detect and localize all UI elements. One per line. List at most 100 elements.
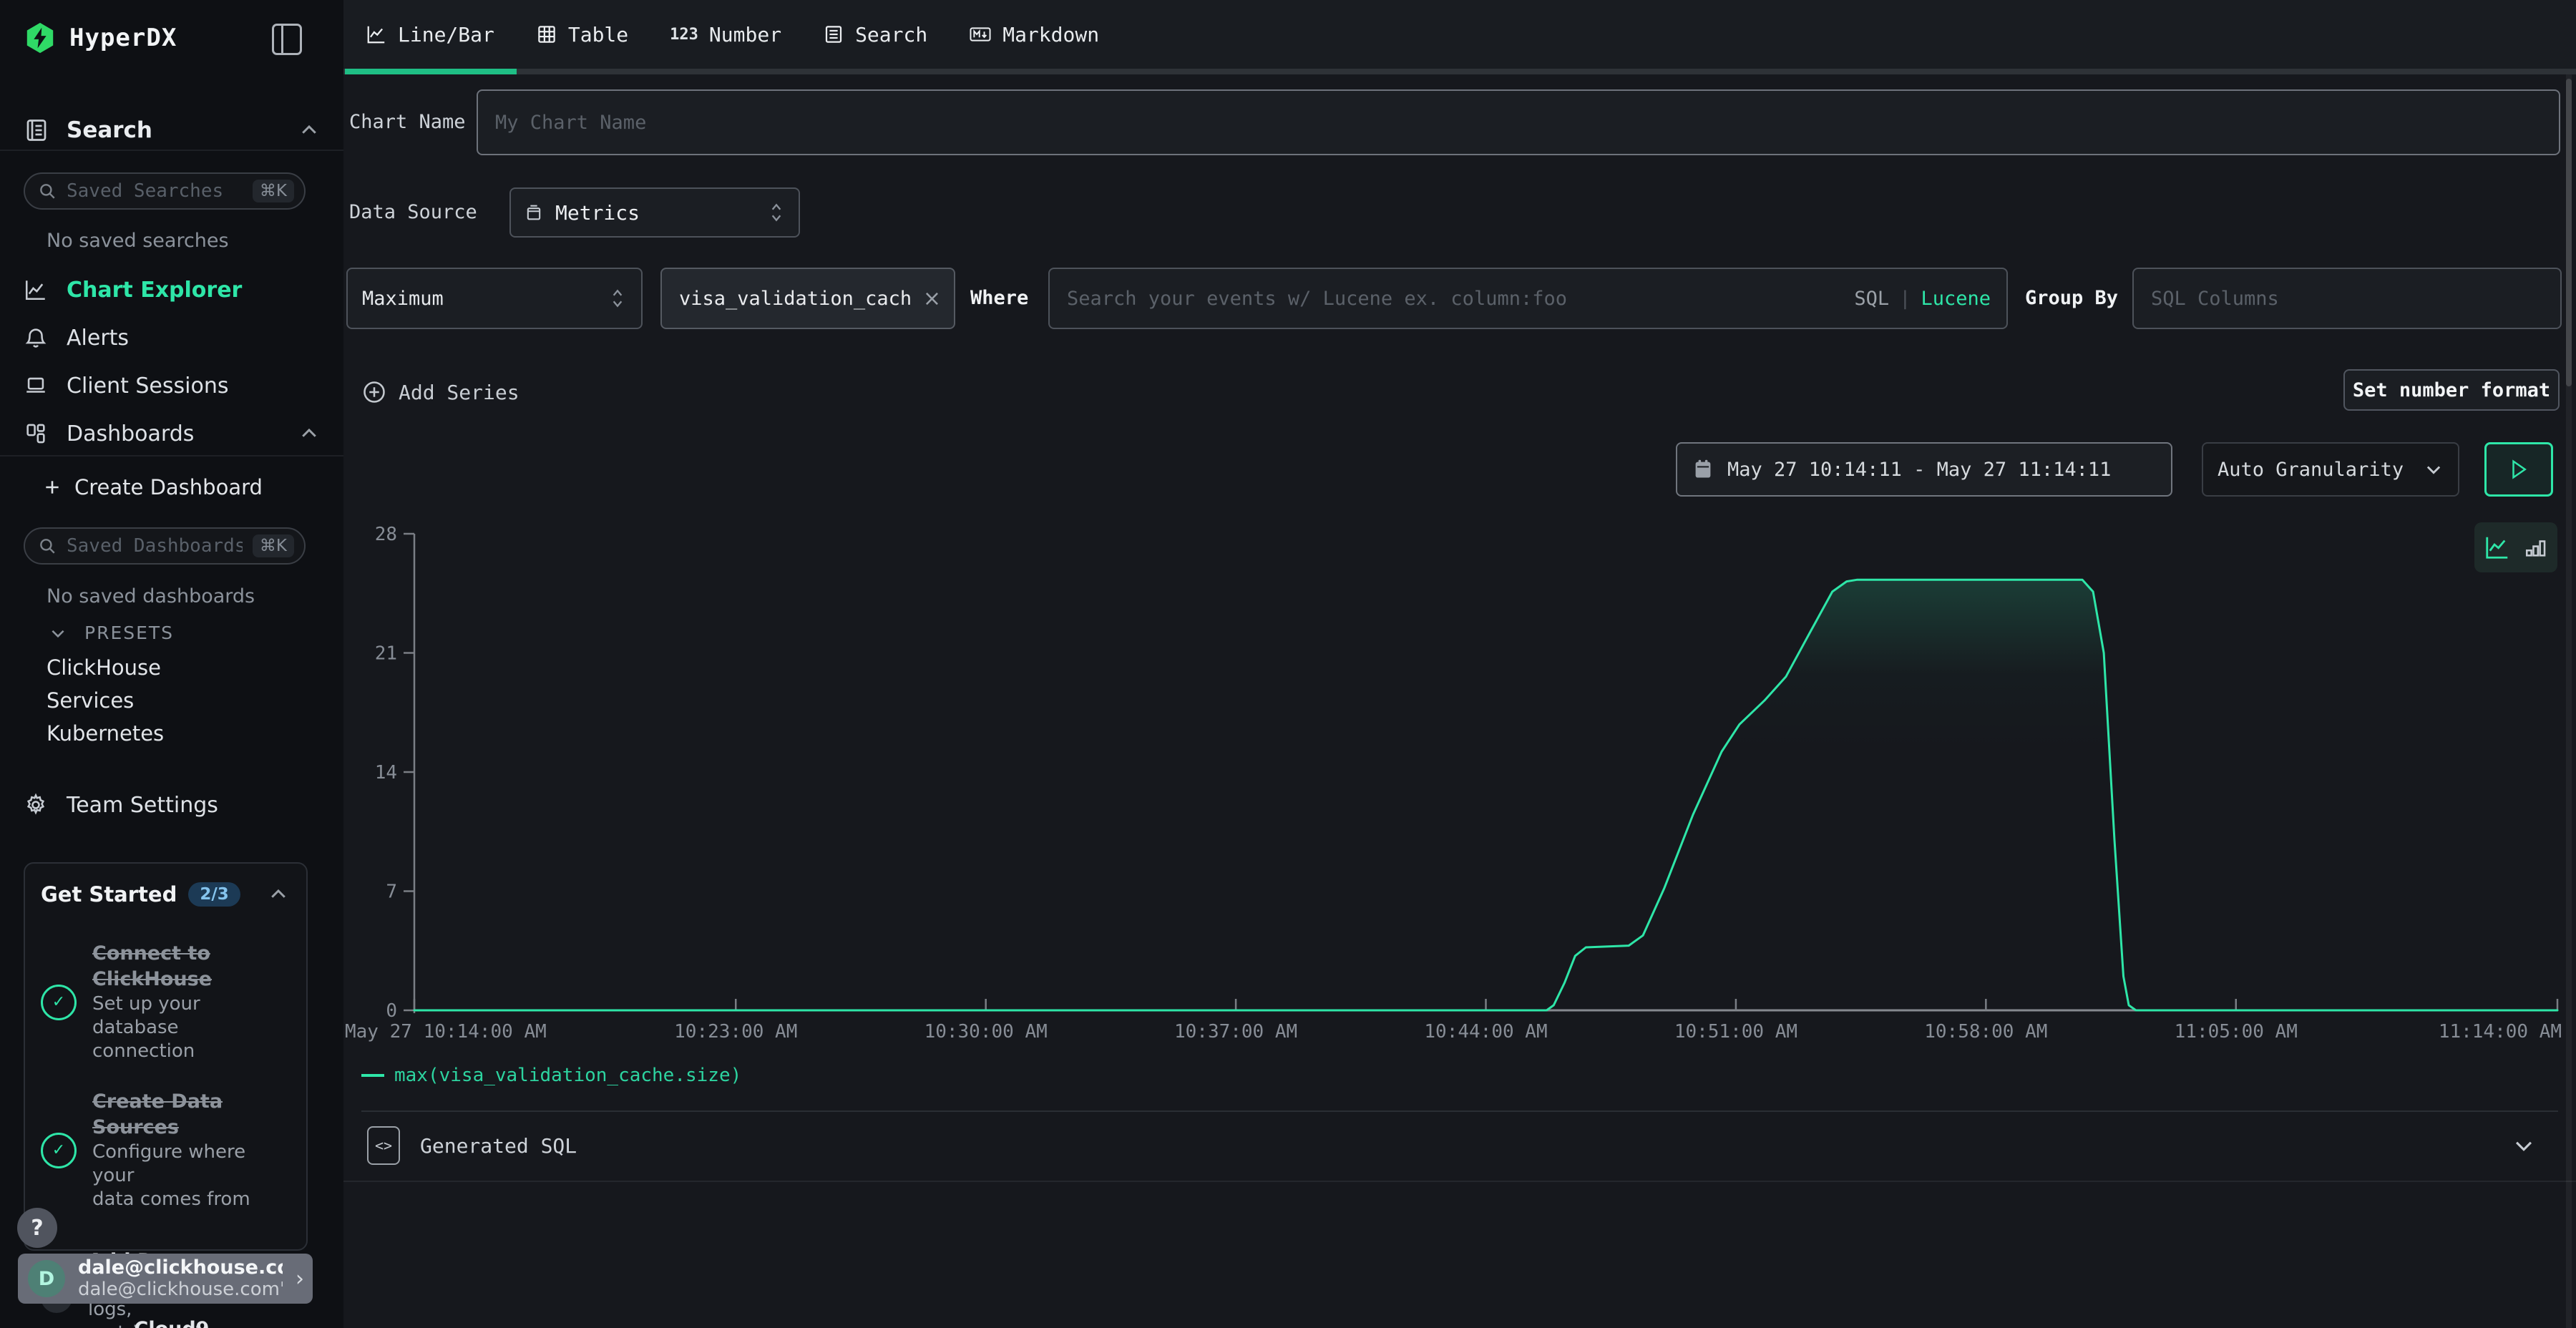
shortcut-badge: ⌘K	[253, 534, 294, 557]
x-tick-label: 11:14:00 AM	[2439, 1021, 2562, 1043]
sidebar-item-client-sessions[interactable]: Client Sessions	[0, 372, 343, 399]
sql-mode-button[interactable]: SQL	[1854, 288, 1889, 310]
remove-metric-icon[interactable]: ×	[923, 286, 941, 311]
lucene-mode-button[interactable]: Lucene	[1921, 288, 1991, 310]
line-chart-icon	[366, 24, 387, 45]
list-icon	[823, 24, 844, 45]
create-dashboard-button[interactable]: Create Dashboard	[43, 475, 263, 499]
main-scrollbar[interactable]	[2566, 74, 2572, 1328]
user-account-button[interactable]: D dale@clickhouse.com dale@clickhouse.co…	[18, 1254, 313, 1304]
run-query-button[interactable]	[2484, 442, 2553, 497]
set-number-format-button[interactable]: Set number format	[2343, 369, 2560, 411]
x-tick-label: 10:58:00 AM	[1924, 1021, 2047, 1043]
tab-search[interactable]: Search	[802, 0, 948, 69]
play-icon	[2509, 459, 2528, 480]
chevron-up-icon[interactable]	[298, 423, 320, 444]
updown-chevrons-icon	[608, 288, 627, 309]
sidebar-item-alerts[interactable]: Alerts	[0, 324, 343, 351]
preset-clickhouse[interactable]: ClickHouse	[47, 655, 161, 680]
chevron-up-icon[interactable]	[298, 119, 320, 141]
granularity-select[interactable]: Auto Granularity	[2202, 442, 2459, 497]
chart-name-input[interactable]	[477, 89, 2560, 155]
journal-icon	[24, 117, 49, 143]
date-range-value: May 27 10:14:11 - May 27 11:14:11	[1727, 459, 2111, 481]
main-content: Line/Bar Table 123 Number Search	[343, 0, 2576, 1328]
presets-toggle[interactable]: PRESETS	[49, 622, 174, 643]
scrollbar-thumb[interactable]	[2566, 79, 2572, 386]
step-desc: Configure where your data comes from	[92, 1141, 289, 1211]
saved-searches-input[interactable]: ⌘K	[24, 172, 306, 210]
x-tick-label: 10:30:00 AM	[924, 1021, 1048, 1043]
user-email: dale@clickhouse.com	[78, 1257, 283, 1279]
x-tick-label: 11:05:00 AM	[2175, 1021, 2298, 1043]
sidebar-section-dashboards[interactable]: Dashboards	[0, 420, 343, 447]
get-started-step-2[interactable]: ✓ Create Data Sources Configure where yo…	[41, 1089, 289, 1211]
x-tick-label: 10:37:00 AM	[1174, 1021, 1297, 1043]
aggregation-select[interactable]: Maximum	[346, 268, 643, 329]
date-range-picker[interactable]: May 27 10:14:11 - May 27 11:14:11	[1676, 442, 2172, 497]
number-123-icon: 123	[670, 26, 698, 44]
tab-line-bar[interactable]: Line/Bar	[345, 0, 515, 69]
chevron-up-icon[interactable]	[268, 884, 289, 905]
check-circle-icon: ✓	[41, 985, 77, 1020]
chart-explorer-label: Chart Explorer	[67, 278, 320, 303]
create-dashboard-label: Create Dashboard	[74, 475, 263, 499]
granularity-value: Auto Granularity	[2218, 459, 2414, 481]
add-series-button[interactable]: Add Series	[361, 371, 519, 414]
chevron-down-icon[interactable]	[2512, 1133, 2536, 1158]
tab-markdown[interactable]: Markdown	[948, 0, 1120, 69]
tab-table[interactable]: Table	[515, 0, 649, 69]
line-chart-icon	[24, 278, 48, 302]
no-saved-dashboards-text: No saved dashboards	[47, 585, 255, 607]
saved-searches-field[interactable]	[65, 180, 244, 202]
help-button[interactable]: ?	[17, 1208, 57, 1248]
saved-dashboards-input[interactable]: ⌘K	[24, 527, 306, 565]
timeseries-chart[interactable]: 07142128May 27 10:14:00 AM10:23:00 AM10:…	[343, 501, 2576, 1066]
markdown-icon	[969, 24, 992, 45]
data-source-select[interactable]: Metrics	[509, 187, 800, 238]
group-by-input[interactable]	[2132, 268, 2562, 329]
sidebar-section-search[interactable]: Search	[0, 116, 343, 145]
gear-icon	[24, 793, 48, 817]
plus-icon	[43, 478, 62, 497]
presets-label: PRESETS	[84, 622, 174, 643]
dashboards-icon	[24, 421, 48, 446]
y-tick-label: 7	[386, 882, 397, 903]
y-tick-label: 28	[375, 524, 397, 545]
preset-services[interactable]: Services	[47, 688, 134, 713]
generated-sql-toggle[interactable]: <> Generated SQL	[343, 1112, 2576, 1179]
dashboards-label: Dashboards	[67, 421, 280, 446]
shortcut-badge: ⌘K	[253, 180, 294, 202]
preset-kubernetes[interactable]: Kubernetes	[47, 721, 164, 746]
y-tick-label: 21	[375, 643, 397, 665]
avatar: D	[28, 1260, 65, 1297]
logo-row: HyperDX	[24, 21, 177, 54]
y-tick-label: 14	[375, 762, 397, 783]
step-title: Create Data Sources	[92, 1089, 289, 1141]
tabbar-underline-track	[343, 69, 2576, 74]
alerts-label: Alerts	[67, 326, 320, 351]
check-circle-icon: ✓	[41, 1133, 77, 1168]
x-tick-label: May 27 10:14:00 AM	[345, 1021, 547, 1043]
sidebar-collapse-icon[interactable]	[272, 24, 302, 55]
chart-name-label: Chart Name	[349, 89, 466, 155]
client-sessions-label: Client Sessions	[67, 374, 320, 399]
metric-field-tag[interactable]: visa_validation_cach ×	[660, 268, 955, 329]
saved-dashboards-field[interactable]	[65, 534, 244, 557]
legend-line-swatch	[361, 1074, 384, 1077]
chevron-down-icon	[2424, 459, 2444, 479]
chevron-down-icon	[49, 624, 67, 643]
tab-number[interactable]: 123 Number	[649, 0, 802, 69]
chart-axes	[404, 534, 2557, 1013]
database-icon	[524, 202, 544, 223]
team-name-clipped: Cloud9	[0, 1318, 343, 1328]
sidebar-item-chart-explorer[interactable]: Chart Explorer	[0, 276, 343, 303]
where-search-input[interactable]: SQL | Lucene	[1048, 268, 2008, 329]
hyperdx-app: HyperDX Search ⌘K No saved searches Char…	[0, 0, 2576, 1328]
chart-legend[interactable]: max(visa_validation_cache.size)	[361, 1065, 741, 1086]
step-desc: Set up your database connection	[92, 992, 289, 1063]
chart-type-tabbar: Line/Bar Table 123 Number Search	[343, 0, 2576, 69]
sidebar-item-team-settings[interactable]: Team Settings	[0, 791, 343, 819]
code-icon: <>	[367, 1126, 400, 1165]
get-started-step-1[interactable]: ✓ Connect to ClickHouse Set up your data…	[41, 941, 289, 1063]
